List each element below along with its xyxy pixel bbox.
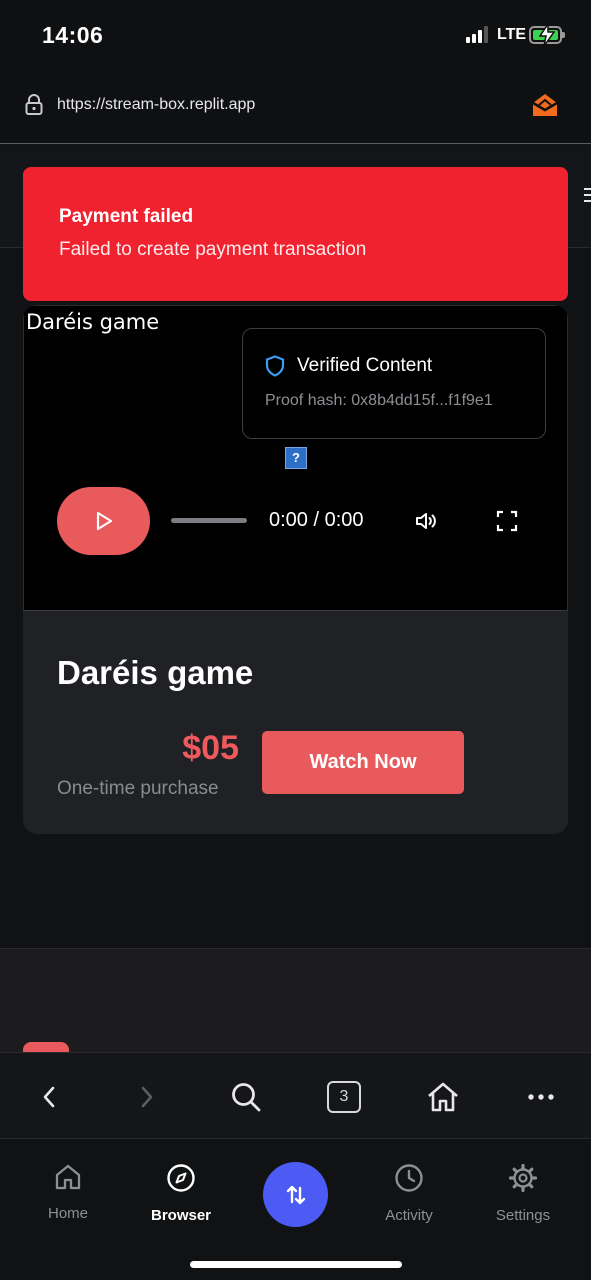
signal-icon bbox=[466, 26, 488, 43]
toast-message: Failed to create payment transaction bbox=[59, 239, 367, 260]
lock-icon bbox=[25, 94, 43, 115]
tab-browser-label: Browser bbox=[150, 1207, 212, 1224]
clock-icon bbox=[395, 1164, 423, 1192]
tab-count: 3 bbox=[327, 1080, 361, 1113]
gear-icon bbox=[508, 1163, 538, 1193]
content-details: Daréis game $05 One-time purchase Watch … bbox=[23, 611, 568, 834]
wallet-logo-icon[interactable] bbox=[531, 92, 559, 118]
shield-icon bbox=[265, 355, 285, 377]
video-title: Daréis game bbox=[26, 310, 160, 334]
home-button[interactable] bbox=[413, 1053, 473, 1140]
compass-icon bbox=[167, 1164, 195, 1192]
timecode: 0:00 / 0:00 bbox=[269, 509, 364, 531]
home-indicator bbox=[190, 1261, 402, 1268]
fullscreen-icon[interactable] bbox=[496, 510, 518, 532]
page-footer bbox=[0, 948, 591, 1052]
tab-home[interactable]: Home bbox=[23, 1163, 113, 1222]
more-dots-icon bbox=[528, 1093, 554, 1100]
price: $05 bbox=[182, 729, 239, 767]
status-bar: 14:06 LTE bbox=[0, 0, 591, 72]
error-toast[interactable]: Payment failed Failed to create payment … bbox=[23, 167, 568, 301]
verified-badge: Verified Content Proof hash: 0x8b4dd15f.… bbox=[242, 328, 546, 439]
play-button[interactable] bbox=[57, 487, 150, 555]
content-card: Daréis game Verified Content Proof hash:… bbox=[23, 305, 568, 834]
tab-settings[interactable]: Settings bbox=[478, 1163, 568, 1224]
chevron-left-icon bbox=[43, 1086, 55, 1107]
forward-button[interactable] bbox=[117, 1053, 177, 1140]
back-button[interactable] bbox=[19, 1053, 79, 1140]
url-bar[interactable]: https://stream-box.replit.app bbox=[0, 72, 591, 144]
menu-icon[interactable] bbox=[584, 186, 591, 204]
proof-hash: Proof hash: 0x8b4dd15f...f1f9e1 bbox=[265, 392, 493, 409]
swap-arrows-icon bbox=[286, 1185, 305, 1204]
network-type: LTE bbox=[497, 26, 527, 43]
url-text[interactable]: https://stream-box.replit.app bbox=[57, 96, 255, 114]
tabs-button[interactable]: 3 bbox=[314, 1053, 374, 1140]
tab-browser[interactable]: Browser bbox=[136, 1163, 226, 1224]
search-icon bbox=[232, 1082, 261, 1111]
chevron-right-icon bbox=[141, 1086, 153, 1107]
volume-icon[interactable] bbox=[414, 509, 438, 533]
tab-home-label: Home bbox=[47, 1205, 88, 1222]
app-tab-bar: Home Browser Activity Settings bbox=[0, 1139, 591, 1280]
home-icon bbox=[55, 1164, 81, 1190]
tab-activity-label: Activity bbox=[385, 1207, 433, 1224]
toast-title: Payment failed bbox=[59, 206, 194, 227]
house-icon bbox=[428, 1082, 458, 1111]
browser-toolbar: 3 bbox=[0, 1052, 591, 1139]
tab-activity[interactable]: Activity bbox=[364, 1163, 454, 1224]
progress-slider[interactable] bbox=[171, 518, 247, 523]
broken-image-icon: ? bbox=[285, 447, 307, 469]
play-icon bbox=[96, 511, 112, 531]
more-button[interactable] bbox=[511, 1053, 571, 1140]
status-time: 14:06 bbox=[42, 22, 104, 48]
swap-button[interactable] bbox=[263, 1162, 328, 1227]
content-title: Daréis game bbox=[57, 654, 254, 691]
tab-settings-label: Settings bbox=[495, 1207, 551, 1224]
video-player[interactable]: Daréis game Verified Content Proof hash:… bbox=[23, 305, 568, 611]
price-note: One-time purchase bbox=[57, 778, 219, 799]
watch-now-button[interactable]: Watch Now bbox=[262, 731, 464, 794]
search-button[interactable] bbox=[216, 1053, 276, 1140]
verified-label: Verified Content bbox=[297, 355, 433, 376]
battery-icon bbox=[529, 24, 565, 46]
